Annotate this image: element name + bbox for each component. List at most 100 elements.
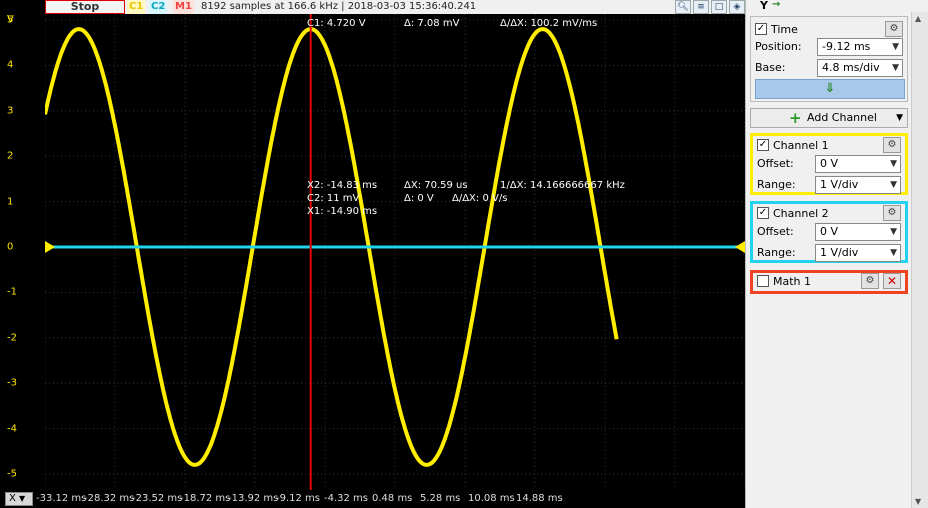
- toolbar-icons: 🔍︎ ≡ □ ◈: [675, 0, 745, 14]
- y-axis: V 5 4 3 2 1 0 -1 -2 -3 -4 -5: [0, 14, 45, 490]
- x-tick-label: 14.88 ms: [516, 493, 563, 504]
- y-tab-label[interactable]: Y: [760, 0, 768, 12]
- x-tick-label: -28.32 ms: [84, 493, 135, 504]
- x-axis-selector-label: X: [9, 493, 16, 504]
- x-tick-label: -33.12 ms: [36, 493, 87, 504]
- y-tick-label: 2: [7, 150, 14, 162]
- time-checkbox[interactable]: ✓: [755, 23, 767, 35]
- channel-1-title: ✓ Channel 1: [757, 137, 829, 153]
- ground-marker-left[interactable]: [45, 241, 55, 253]
- scroll-down-icon[interactable]: ▼: [915, 497, 921, 506]
- cursor-c1-value: C1: 4.720 V: [307, 18, 366, 29]
- chevron-down-icon: ▼: [892, 42, 899, 52]
- channel-1-badge[interactable]: C1: [127, 0, 146, 14]
- cursor-frequency-value: 1/ΔX: 14.166666667 kHz: [500, 180, 625, 191]
- channel-2-label: Channel 2: [773, 206, 829, 220]
- cursor-c2-value: C2: 11 mV: [307, 193, 360, 204]
- x-tick-label: 10.08 ms: [468, 493, 515, 504]
- channel-1-label: Channel 1: [773, 138, 829, 152]
- channel-1-range-value: 1 V/div: [820, 178, 859, 191]
- close-icon[interactable]: ✕: [883, 273, 901, 289]
- acquisition-status: 8192 samples at 166.6 kHz | 2018-03-03 1…: [201, 1, 477, 12]
- gear-icon[interactable]: ⚙: [885, 21, 903, 37]
- scope-plot-area[interactable]: V 5 4 3 2 1 0 -1 -2 -3 -4 -5 Stop C1 C2 M1 8192 sa…: [0, 0, 745, 508]
- position-select[interactable]: -9.12 ms ▼: [817, 38, 903, 56]
- cursor-delta-value: Δ: 7.08 mV: [404, 18, 460, 29]
- y-tick-label: 0: [7, 241, 14, 253]
- chevron-down-icon: ▼: [19, 494, 26, 503]
- base-select[interactable]: 4.8 ms/div ▼: [817, 59, 903, 77]
- ground-marker-right[interactable]: [735, 241, 745, 253]
- chevron-down-icon: ▼: [896, 113, 903, 123]
- x-tick-label: -4.32 ms: [324, 493, 369, 504]
- plus-icon: +: [789, 109, 802, 127]
- pin-icon[interactable]: ◈: [729, 0, 745, 14]
- range-label: Range:: [757, 178, 796, 191]
- x-tick-label: -18.72 ms: [180, 493, 231, 504]
- apply-time-button[interactable]: ⇓: [755, 79, 905, 99]
- math-1-group: Math 1 ⚙ ✕: [750, 270, 908, 294]
- y-tick-label: -4: [7, 423, 17, 435]
- x-tick-label: 5.28 ms: [420, 493, 461, 504]
- time-label: Time: [771, 22, 798, 36]
- panel-scrollbar[interactable]: ▲ ▼: [911, 12, 928, 508]
- stop-button[interactable]: Stop: [45, 0, 125, 14]
- y-tick-label: -2: [7, 332, 17, 344]
- channel-2-checkbox[interactable]: ✓: [757, 207, 769, 219]
- y-tick-label: -1: [7, 286, 17, 298]
- list-icon[interactable]: ≡: [693, 0, 709, 14]
- y-tick-label: 4: [7, 59, 14, 71]
- time-group: ✓ Time ⚙ Position: -9.12 ms ▼ Base: 4.8 …: [750, 16, 908, 102]
- scope-waveform-display[interactable]: [45, 14, 745, 490]
- zoom-icon[interactable]: 🔍︎: [675, 0, 691, 14]
- math-1-title: Math 1: [757, 273, 811, 289]
- x-axis-selector[interactable]: X ▼: [5, 492, 33, 506]
- scope-toolbar: Stop C1 C2 M1 8192 samples at 166.6 kHz …: [45, 0, 745, 14]
- channel-1-offset-value: 0 V: [820, 157, 839, 170]
- doc-icon[interactable]: □: [711, 0, 727, 14]
- scroll-up-icon[interactable]: ▲: [915, 14, 921, 23]
- add-channel-label: Add Channel: [807, 111, 877, 124]
- settings-panel: Y → ✓ Time ⚙ Position: -9.12 ms ▼ Base: …: [745, 0, 928, 508]
- down-arrow-icon: ⇓: [824, 81, 836, 96]
- panel-header: Y →: [746, 0, 928, 12]
- channel-1-checkbox[interactable]: ✓: [757, 139, 769, 151]
- x-tick-label: 0.48 ms: [372, 493, 413, 504]
- channel-1-group: ✓ Channel 1 ⚙ Offset: 0 V ▼ Range: 1 V/d…: [750, 133, 908, 195]
- channel-2-offset-select[interactable]: 0 V ▼: [815, 223, 901, 241]
- range-label: Range:: [757, 246, 796, 259]
- math-1-label: Math 1: [773, 274, 812, 288]
- cursor-x2-value: X2: -14.83 ms: [307, 180, 378, 191]
- x-tick-label: -13.92 ms: [228, 493, 279, 504]
- x-tick-label: -23.52 ms: [132, 493, 183, 504]
- cursor-slope-value: Δ/ΔX: 100.2 mV/ms: [500, 18, 598, 29]
- chevron-down-icon: ▼: [890, 159, 897, 169]
- x-tick-label: -9.12 ms: [276, 493, 321, 504]
- x-axis: X ▼ -33.12 ms -28.32 ms -23.52 ms -18.72 ms…: [0, 490, 745, 508]
- cursor-slope2-value: Δ/ΔX: 0 V/s: [452, 193, 508, 204]
- y-tick-label: 5: [7, 14, 14, 26]
- channel-2-badge[interactable]: C2: [149, 0, 168, 14]
- offset-label: Offset:: [757, 225, 794, 238]
- math-1-checkbox[interactable]: [757, 275, 769, 287]
- channel-2-range-value: 1 V/div: [820, 246, 859, 259]
- chevron-down-icon: ▼: [890, 227, 897, 237]
- arrow-right-icon[interactable]: →: [772, 0, 780, 10]
- cursor-dx-value: ΔX: 70.59 us: [404, 180, 468, 191]
- gear-icon[interactable]: ⚙: [861, 273, 879, 289]
- gear-icon[interactable]: ⚙: [883, 205, 901, 221]
- y-tick-label: 3: [7, 105, 14, 117]
- add-channel-button[interactable]: + Add Channel ▼: [750, 108, 908, 128]
- offset-label: Offset:: [757, 157, 794, 170]
- channel-1-range-select[interactable]: 1 V/div ▼: [815, 176, 901, 194]
- math-1-badge[interactable]: M1: [173, 0, 194, 14]
- time-title: ✓ Time: [755, 21, 798, 37]
- channel-1-offset-select[interactable]: 0 V ▼: [815, 155, 901, 173]
- channel-2-offset-value: 0 V: [820, 225, 839, 238]
- chevron-down-icon: ▼: [890, 248, 897, 258]
- y-tick-label: -3: [7, 377, 17, 389]
- chevron-down-icon: ▼: [890, 180, 897, 190]
- gear-icon[interactable]: ⚙: [883, 137, 901, 153]
- cursor-delta2-value: Δ: 0 V: [404, 193, 434, 204]
- channel-2-range-select[interactable]: 1 V/div ▼: [815, 244, 901, 262]
